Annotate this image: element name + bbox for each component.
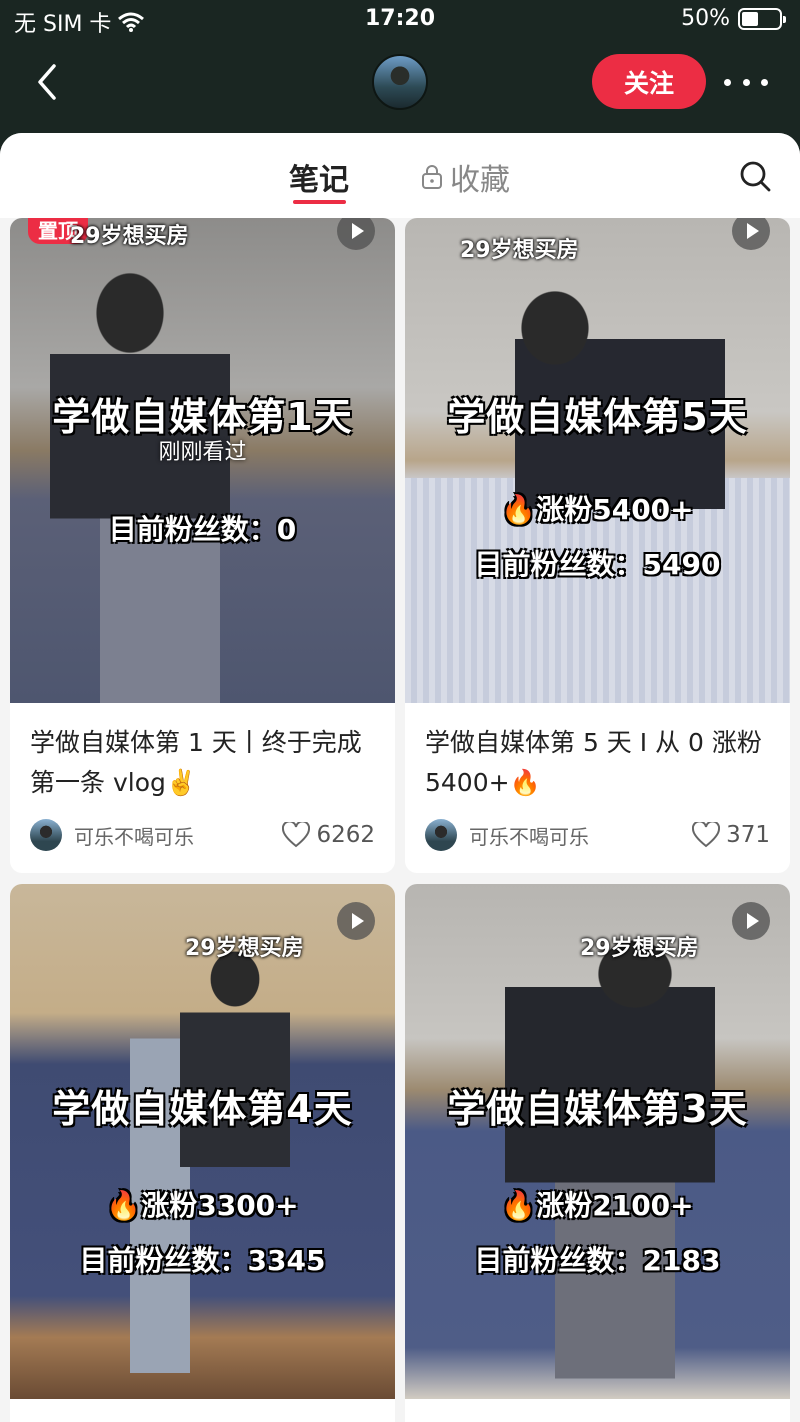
tab-notes[interactable]: 笔记 — [289, 155, 349, 199]
note-card[interactable]: 29岁想买房 学做自媒体第3天 🔥涨粉2100+ 目前粉丝数：2183 — [405, 884, 790, 1422]
more-options-icon[interactable] — [724, 66, 768, 98]
note-cover: 29岁想买房 学做自媒体第5天 🔥涨粉5400+ 目前粉丝数：5490 — [405, 218, 790, 703]
note-title: 学做自媒体第 1 天丨终于完成第一条 vlog✌️ — [30, 728, 362, 797]
cover-subtitle: 目前粉丝数：3345 — [79, 1244, 326, 1277]
cover-tag: 29岁想买房 — [185, 936, 304, 961]
author-row: 可乐不喝可乐 6262 — [30, 818, 375, 852]
lock-icon — [422, 165, 442, 189]
status-bar: 无 SIM 卡 17:20 50% — [0, 0, 800, 40]
tab-favorites[interactable]: 收藏 — [420, 155, 510, 199]
author-avatar[interactable] — [30, 819, 62, 851]
like-count: 371 — [726, 822, 770, 848]
play-icon — [732, 902, 770, 940]
note-card[interactable]: 29岁想买房 学做自媒体第5天 🔥涨粉5400+ 目前粉丝数：5490 学做自媒… — [405, 218, 790, 873]
follow-button[interactable]: 关注 — [592, 54, 706, 109]
status-right: 50% — [681, 6, 786, 31]
cover-subtitle-gain: 🔥涨粉5400+ — [501, 493, 694, 526]
battery-percent: 50% — [681, 6, 730, 31]
cover-headline: 学做自媒体第5天 — [447, 395, 748, 439]
tab-bar: 笔记 收藏 — [0, 133, 800, 218]
avatar[interactable] — [372, 54, 428, 110]
play-icon — [337, 902, 375, 940]
search-icon[interactable] — [738, 159, 772, 193]
heart-icon[interactable] — [692, 822, 721, 848]
note-cover: 置顶 29岁想买房 学做自媒体第1天 刚刚看过 目前粉丝数：0 — [10, 218, 395, 703]
battery-icon — [738, 7, 786, 30]
cover-subtitle-gain: 🔥涨粉2100+ — [501, 1189, 694, 1222]
note-cover: 29岁想买房 学做自媒体第3天 🔥涨粉2100+ 目前粉丝数：2183 — [405, 884, 790, 1399]
author-row: 可乐不喝可乐 371 — [425, 818, 770, 852]
tab-notes-label: 笔记 — [289, 163, 349, 198]
note-cover: 29岁想买房 学做自媒体第4天 🔥涨粉3300+ 目前粉丝数：3345 — [10, 884, 395, 1399]
cover-subtitle-gain: 🔥涨粉3300+ — [106, 1189, 299, 1222]
heart-icon[interactable] — [282, 822, 311, 848]
author-name[interactable]: 可乐不喝可乐 — [469, 821, 692, 850]
note-title: 学做自媒体第 5 天 I 从 0 涨粉 5400+🔥 — [425, 728, 762, 797]
note-card[interactable]: 29岁想买房 学做自媒体第4天 🔥涨粉3300+ 目前粉丝数：3345 — [10, 884, 395, 1422]
profile-header: 关注 — [0, 40, 800, 135]
cover-headline: 学做自媒体第4天 — [52, 1087, 353, 1131]
tab-favorites-label: 收藏 — [450, 163, 510, 198]
active-tab-indicator — [293, 200, 346, 204]
author-name[interactable]: 可乐不喝可乐 — [74, 821, 282, 850]
status-time: 17:20 — [364, 6, 436, 31]
note-card[interactable]: 置顶 29岁想买房 学做自媒体第1天 刚刚看过 目前粉丝数：0 学做自媒体第 1… — [10, 218, 395, 873]
recently-viewed-label: 刚刚看过 — [158, 440, 247, 465]
cover-headline: 学做自媒体第1天 — [52, 395, 353, 439]
cover-headline: 学做自媒体第3天 — [447, 1087, 748, 1131]
content-panel: 笔记 收藏 置顶 29岁想买房 学做自媒体第1天 刚刚看过 目前粉丝数：0 学做… — [0, 133, 800, 1422]
cover-subtitle: 目前粉丝数：0 — [108, 513, 297, 546]
cover-tag: 29岁想买房 — [580, 936, 699, 961]
cover-subtitle: 目前粉丝数：5490 — [474, 548, 721, 581]
cover-subtitle: 目前粉丝数：2183 — [474, 1244, 721, 1277]
back-icon[interactable] — [30, 60, 70, 104]
like-count: 6262 — [316, 822, 375, 848]
author-avatar[interactable] — [425, 819, 457, 851]
